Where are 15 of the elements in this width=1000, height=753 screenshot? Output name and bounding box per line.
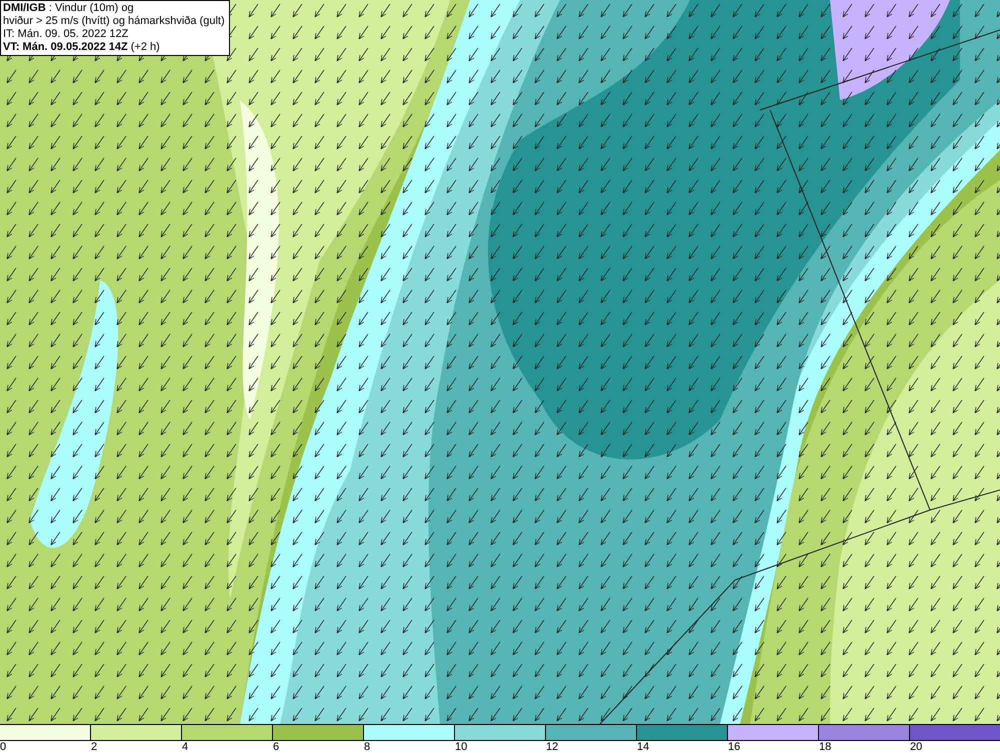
info-text: hviður > 25 m/s (hvítt) og hámarkshviða (gult) (3, 15, 226, 28)
legend-label: 8 (364, 741, 370, 753)
legend-label: 4 (182, 741, 188, 753)
info-text: IT: Mán. 09. 05. 2022 12Z (3, 28, 130, 41)
info-text: DMI/IGB : Vindur (10m) og (3, 2, 135, 15)
legend-label: 10 (455, 741, 468, 753)
legend-label: 18 (819, 741, 832, 753)
legend-label: 12 (546, 741, 558, 753)
legend-label: 6 (273, 741, 280, 753)
legend-label: 14 (637, 741, 650, 753)
legend-label: 20 (910, 741, 922, 753)
info-text: VT: Mán. 09.05.2022 14Z (+2 h) (3, 41, 161, 54)
legend-label: 16 (728, 741, 740, 753)
legend-label: 2 (91, 741, 98, 753)
legend-label: 0 (0, 741, 6, 753)
